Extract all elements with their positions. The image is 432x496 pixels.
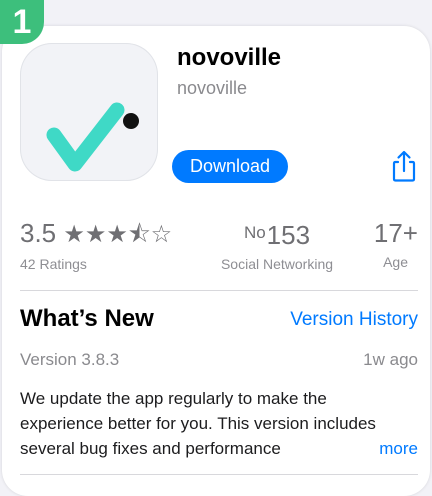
divider [20, 290, 418, 291]
release-notes-line: We update the app regularly to make the [20, 389, 327, 408]
share-icon [392, 150, 416, 182]
rating-stars-icon: ★★★⯪☆ [63, 221, 173, 248]
app-name: novoville [177, 44, 282, 71]
release-time: 1w ago [363, 350, 418, 369]
checkmark-app-icon [46, 102, 139, 172]
rating-value: 3.5 [20, 218, 57, 248]
rank-value: 153 [266, 220, 311, 250]
divider [20, 474, 418, 475]
rank-prefix: No [243, 223, 266, 242]
version-history-link[interactable]: Version History [290, 309, 418, 331]
age-stat[interactable]: 17+ Age [374, 218, 418, 270]
version-number: Version 3.8.3 [20, 350, 120, 369]
release-notes-line: experience better for you. This version … [20, 414, 376, 433]
step-badge: 1 [0, 0, 44, 44]
age-rating: 17+ [373, 218, 418, 248]
app-developer[interactable]: novoville [177, 78, 247, 99]
rating-count: 42 Ratings [20, 256, 87, 272]
app-icon[interactable] [20, 43, 158, 181]
more-link[interactable]: more [373, 436, 418, 461]
age-label: Age [383, 254, 408, 270]
whats-new-title: What’s New [20, 305, 154, 332]
release-notes: We update the app regularly to make the … [20, 386, 420, 461]
share-button[interactable] [389, 149, 419, 183]
rank-category: Social Networking [220, 256, 334, 272]
rating-stat[interactable]: 3.5 ★★★⯪☆ 42 Ratings [20, 218, 172, 272]
download-button[interactable]: Download [172, 150, 288, 183]
step-number: 1 [12, 2, 32, 41]
rank-stat[interactable]: No153 Social Networking [214, 218, 340, 272]
release-notes-line: several bug fixes and performance [20, 439, 281, 458]
